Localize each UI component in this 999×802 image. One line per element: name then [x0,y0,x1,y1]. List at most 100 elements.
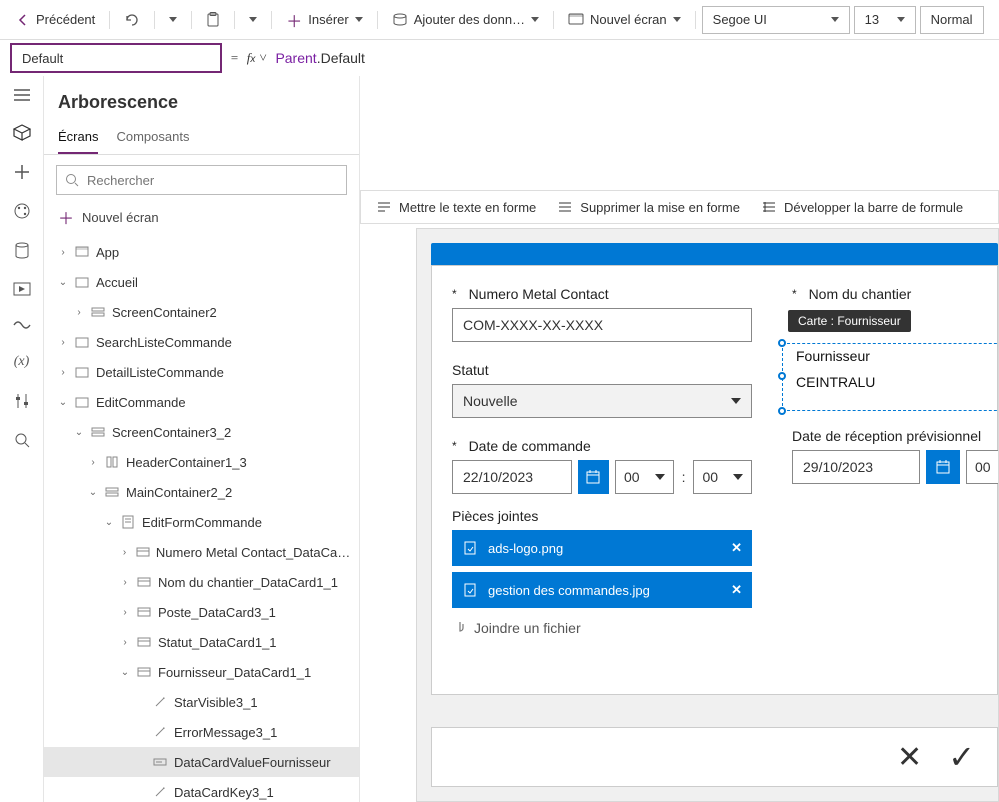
pj-label: Pièces jointes [452,508,752,524]
top-ribbon: Précédent ＋ Insérer Ajouter des donn… No… [0,0,999,40]
paste-menu[interactable] [241,13,265,26]
left-rail: (x) [0,76,44,802]
expand-formula-button[interactable]: Développer la barre de formule [762,200,963,215]
database-icon[interactable] [14,242,30,260]
fournisseur-value: CEINTRALU [796,370,875,394]
numero-input[interactable]: COM-XXXX-XX-XXXX [452,308,752,342]
plus-icon: ＋ [58,205,74,229]
remove-attachment-1[interactable]: ✕ [731,540,742,556]
remove-format-button[interactable]: Supprimer la mise en forme [558,200,740,215]
flow-icon[interactable] [13,318,31,332]
date-recv-input[interactable]: 29/10/2023 [792,450,920,484]
tree-node-error[interactable]: ErrorMessage3_1 [44,717,359,747]
tree-node-sc3-2[interactable]: ⌄ScreenContainer3_2 [44,417,359,447]
clipboard-icon [206,12,220,28]
search-input[interactable] [87,173,338,188]
format-text-button[interactable]: Mettre le texte en forme [377,200,536,215]
edit-form: * Numero Metal Contact COM-XXXX-XX-XXXX … [431,265,998,695]
tree-node-editcommande[interactable]: ⌄EditCommande [44,387,359,417]
screen-icon [568,13,584,27]
canvas-viewport: * Numero Metal Contact COM-XXXX-XX-XXXX … [416,228,999,802]
tree-view: ›App ⌄Accueil ›ScreenContainer2 ›SearchL… [44,237,359,802]
calendar-icon [935,459,951,475]
statut-label: Statut [452,362,752,378]
date-recv-picker[interactable] [926,450,960,484]
formula-format-bar: Mettre le texte en forme Supprimer la mi… [360,190,999,224]
date-cmd-input[interactable]: 22/10/2023 [452,460,572,494]
settings-icon[interactable] [14,392,30,410]
palette-icon[interactable] [13,202,31,220]
tree-node-dc-nom[interactable]: ›Nom du chantier_DataCard1_1 [44,567,359,597]
font-weight-select[interactable]: Normal [920,6,984,34]
add-data-label: Ajouter des donn… [414,12,525,27]
tree-node-app[interactable]: ›App [44,237,359,267]
tree-node-dc-statut[interactable]: ›Statut_DataCard1_1 [44,627,359,657]
paste-button[interactable] [198,8,228,32]
tree-node-dc-fournisseur[interactable]: ⌄Fournisseur_DataCard1_1 [44,657,359,687]
submit-button[interactable]: ✓ [948,738,975,776]
tree-panel: Arborescence Écrans Composants ＋ Nouvel … [44,76,360,802]
undo-menu[interactable] [161,13,185,26]
property-select[interactable]: Default [10,43,222,73]
date-cmd-picker[interactable] [578,460,609,494]
back-label: Précédent [36,12,95,27]
search-icon[interactable] [14,432,30,448]
formula-input[interactable]: Parent.Default [275,50,365,67]
statut-select[interactable]: Nouvelle [452,384,752,418]
tree-node-dckey[interactable]: DataCardKey3_1 [44,777,359,802]
tree-node-star[interactable]: StarVisible3_1 [44,687,359,717]
attach-file-button[interactable]: Joindre un fichier [452,614,752,642]
paperclip-icon [454,620,466,636]
tree-node-editform[interactable]: ⌄EditFormCommande [44,507,359,537]
back-button[interactable]: Précédent [8,8,103,31]
new-screen-label: Nouvel écran [590,12,667,27]
remove-attachment-2[interactable]: ✕ [731,582,742,598]
tree-node-dc-poste[interactable]: ›Poste_DataCard3_1 [44,597,359,627]
tree-node-dc-numero[interactable]: ›Numero Metal Contact_DataCard1_1 [44,537,359,567]
tree-node-accueil[interactable]: ⌄Accueil [44,267,359,297]
fournisseur-card[interactable]: Fournisseur CEINTRALU [796,348,875,394]
tree-node-searchliste[interactable]: ›SearchListeCommande [44,327,359,357]
tree-node-screencontainer2[interactable]: ›ScreenContainer2 [44,297,359,327]
search-icon [65,173,79,187]
date-recv-hour[interactable]: 00 [966,450,999,484]
tree-node-datacardvalue[interactable]: DataCardValueFournisseur [44,747,359,777]
variable-icon[interactable]: (x) [14,354,30,370]
property-name: Default [22,51,63,66]
attachment-2[interactable]: gestion des commandes.jpg ✕ [452,572,752,608]
data-icon [392,13,408,27]
date-cmd-min[interactable]: 00 [693,460,752,494]
nom-label: * Nom du chantier [792,286,999,302]
tree-node-detailliste[interactable]: ›DetailListeCommande [44,357,359,387]
card-tooltip: Carte : Fournisseur [788,310,911,332]
tree-new-screen[interactable]: ＋ Nouvel écran [44,201,359,237]
font-size-select[interactable]: 13 [854,6,916,34]
expand-icon [762,201,776,213]
font-select[interactable]: Segoe UI [702,6,850,34]
form-header-strip [431,243,998,265]
font-weight: Normal [931,12,973,27]
tree-search[interactable] [56,165,347,195]
formula-row: Default = fx ˅ Parent.Default [0,40,999,76]
cube-icon[interactable] [13,124,31,142]
cancel-button[interactable]: ✕ [897,740,922,775]
media-icon[interactable] [13,282,31,296]
undo-button[interactable] [116,9,148,31]
date-cmd-hour[interactable]: 00 [615,460,674,494]
date-recv-label: Date de réception prévisionnel [792,428,999,444]
insert-button[interactable]: ＋ Insérer [278,4,370,36]
add-data-button[interactable]: Ajouter des donn… [384,8,547,31]
attachment-1[interactable]: ads-logo.png ✕ [452,530,752,566]
plus-icon[interactable] [14,164,30,180]
form-footer: ✕ ✓ [431,727,998,787]
hamburger-icon[interactable] [13,88,31,102]
fournisseur-label: Fournisseur [796,348,875,364]
tree-node-header1-3[interactable]: ›HeaderContainer1_3 [44,447,359,477]
tab-screens[interactable]: Écrans [58,123,98,154]
fx-icon: fx ˅ [247,50,276,66]
date-cmd-label: * Date de commande [452,438,752,454]
tree-node-main2-2[interactable]: ⌄MainContainer2_2 [44,477,359,507]
tab-components[interactable]: Composants [116,123,189,154]
clear-icon [558,201,572,213]
new-screen-button[interactable]: Nouvel écran [560,8,689,31]
